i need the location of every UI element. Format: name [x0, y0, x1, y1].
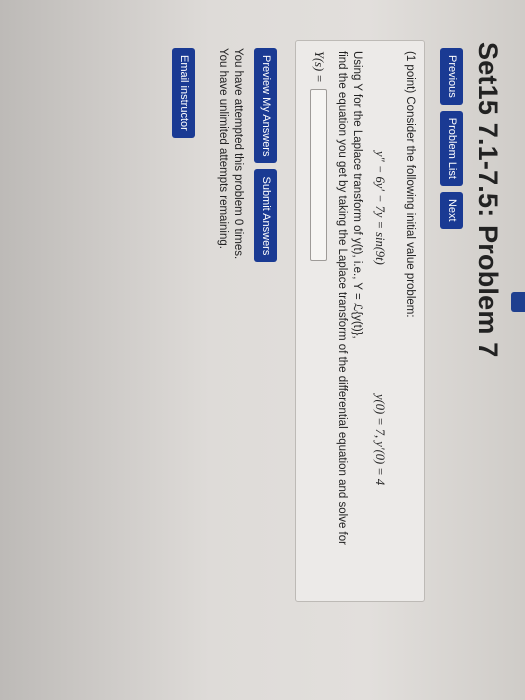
previous-button[interactable]: Previous: [440, 48, 463, 105]
email-instructor-button[interactable]: Email instructor: [172, 48, 195, 138]
attempted-text: You have attempted this problem 0 times.: [232, 48, 244, 260]
attempt-status: You have attempted this problem 0 times.…: [215, 48, 245, 259]
instruction-line-2: find the equation you get by taking the …: [336, 51, 348, 545]
page-title: Set15 7.1-7.5: Problem 7: [473, 42, 503, 358]
problem-instructions: Using Y for the Laplace transform of y(t…: [334, 51, 364, 545]
preview-answers-button[interactable]: Preview My Answers: [254, 48, 277, 164]
email-section: Email instructor: [172, 48, 195, 138]
answer-actions: Preview My Answers Submit Answers: [254, 48, 277, 263]
answer-row: Y(s) =: [310, 51, 327, 261]
initial-conditions: y(0) = 7, y′(0) = 4: [373, 394, 387, 486]
problem-page: Set15 7.1-7.5: Problem 7 Previous Proble…: [0, 0, 525, 700]
instruction-line-1: Using Y for the Laplace transform of y(t…: [351, 51, 363, 339]
problem-box: (1 point) Consider the following initial…: [295, 40, 425, 602]
problem-nav: Previous Problem List Next: [440, 48, 463, 229]
next-button[interactable]: Next: [440, 191, 463, 229]
problem-intro: (1 point) Consider the following initial…: [404, 51, 416, 318]
problem-list-button[interactable]: Problem List: [440, 110, 463, 186]
remaining-text: You have unlimited attempts remaining.: [217, 48, 229, 249]
submit-answers-button[interactable]: Submit Answers: [254, 169, 277, 263]
answer-label: Y(s) =: [312, 51, 326, 83]
answer-input[interactable]: [310, 88, 327, 261]
differential-equation: y″ − 6y′ − 7y = sin(9t): [373, 151, 387, 265]
